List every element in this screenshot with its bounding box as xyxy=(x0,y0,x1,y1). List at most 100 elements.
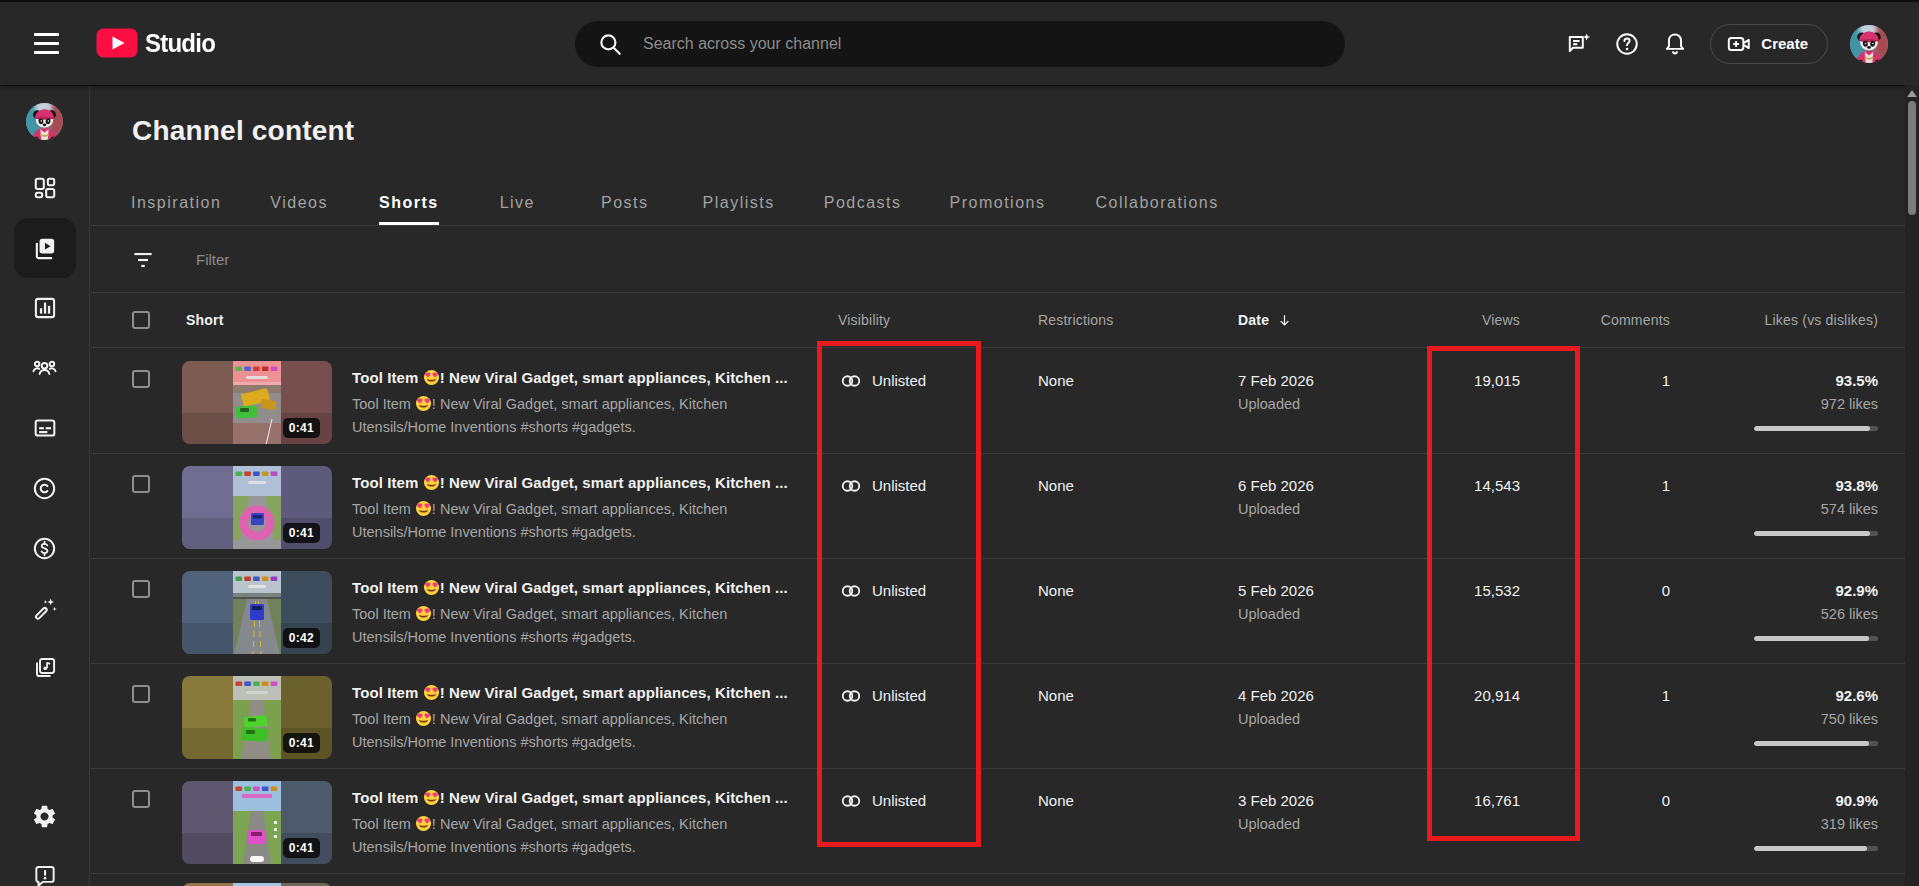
restrictions-cell: None xyxy=(1038,559,1238,663)
scrollbar-thumb[interactable] xyxy=(1908,101,1916,215)
filter-input[interactable]: Filter xyxy=(196,251,229,268)
settings-icon xyxy=(31,803,58,830)
date-status: Uploaded xyxy=(1238,396,1428,412)
sidebar-item-settings[interactable] xyxy=(14,786,76,846)
shorts-table-row-partial xyxy=(91,874,1919,886)
short-title[interactable]: Tool Item ! New Viral Gadget, smart appl… xyxy=(352,789,838,806)
short-thumbnail[interactable]: 0:41 xyxy=(182,466,332,549)
short-info-cell: Tool Item ! New Viral Gadget, smart appl… xyxy=(332,454,838,558)
short-title[interactable]: Tool Item ! New Viral Gadget, smart appl… xyxy=(352,474,838,491)
search-icon xyxy=(597,31,623,57)
like-percentage: 93.5% xyxy=(1670,372,1878,389)
column-comments[interactable]: Comments xyxy=(1520,312,1670,328)
short-thumbnail[interactable]: 0:41 xyxy=(182,676,332,759)
create-video-icon xyxy=(1726,31,1752,57)
customization-icon xyxy=(31,595,58,622)
date-value: 7 Feb 2026 xyxy=(1238,372,1428,389)
notifications-icon[interactable] xyxy=(1662,31,1688,57)
sidebar-item-audio-library[interactable] xyxy=(14,638,76,698)
sidebar-item-community[interactable] xyxy=(14,338,76,398)
like-ratio-bar xyxy=(1754,636,1878,641)
select-all-checkbox[interactable] xyxy=(132,311,150,329)
like-ratio-fill xyxy=(1754,426,1870,431)
sort-descending-icon xyxy=(1277,313,1292,328)
short-thumbnail[interactable]: 0:41 xyxy=(182,781,332,864)
like-ratio-bar xyxy=(1754,426,1878,431)
tab-promotions[interactable]: Promotions xyxy=(926,181,1070,225)
comments-cell: 1 xyxy=(1520,349,1670,453)
row-checkbox[interactable] xyxy=(132,790,150,808)
tab-live[interactable]: Live xyxy=(476,181,559,225)
short-description: Tool Item ! New Viral Gadget, smart appl… xyxy=(352,393,760,439)
search-input[interactable] xyxy=(643,35,1321,53)
search-bar[interactable] xyxy=(575,21,1345,67)
feedback-sparkle-icon[interactable] xyxy=(1566,31,1592,57)
visibility-cell[interactable]: Unlisted xyxy=(838,349,1038,453)
sidebar-item-dashboard[interactable] xyxy=(14,158,76,218)
views-cell: 16,761 xyxy=(1428,769,1520,873)
short-title[interactable]: Tool Item ! New Viral Gadget, smart appl… xyxy=(352,579,838,596)
sidebar-item-analytics[interactable] xyxy=(14,278,76,338)
like-count: 972 likes xyxy=(1670,396,1878,412)
tab-label: Videos xyxy=(270,194,328,212)
tab-shorts[interactable]: Shorts xyxy=(355,181,463,225)
channel-avatar[interactable] xyxy=(26,103,63,140)
column-date[interactable]: Date xyxy=(1238,312,1428,328)
row-checkbox[interactable] xyxy=(132,685,150,703)
table-body: 0:41 Tool Item ! New Viral Gadget, smart… xyxy=(91,349,1919,886)
likes-cell: 92.9% 526 likes xyxy=(1670,559,1878,663)
visibility-cell[interactable]: Unlisted xyxy=(838,559,1038,663)
short-thumbnail[interactable]: 0:41 xyxy=(182,361,332,444)
sidebar-item-customization[interactable] xyxy=(14,578,76,638)
tab-playlists[interactable]: Playlists xyxy=(679,181,799,225)
column-visibility[interactable]: Visibility xyxy=(838,312,1038,328)
short-description: Tool Item ! New Viral Gadget, smart appl… xyxy=(352,498,760,544)
sidebar-item-feedback[interactable] xyxy=(14,846,76,886)
date-value: 5 Feb 2026 xyxy=(1238,582,1428,599)
date-value: 3 Feb 2026 xyxy=(1238,792,1428,809)
column-views[interactable]: Views xyxy=(1428,312,1520,328)
shorts-table-row: 0:42 Tool Item ! New Viral Gadget, smart… xyxy=(91,559,1919,664)
short-title[interactable]: Tool Item ! New Viral Gadget, smart appl… xyxy=(352,684,838,701)
visibility-cell[interactable]: Unlisted xyxy=(838,769,1038,873)
tab-collaborations[interactable]: Collaborations xyxy=(1071,181,1242,225)
tab-podcasts[interactable]: Podcasts xyxy=(800,181,926,225)
row-checkbox[interactable] xyxy=(132,475,150,493)
row-checkbox[interactable] xyxy=(132,580,150,598)
row-checkbox[interactable] xyxy=(132,370,150,388)
date-status: Uploaded xyxy=(1238,606,1428,622)
date-status: Uploaded xyxy=(1238,501,1428,517)
create-button[interactable]: Create xyxy=(1710,24,1828,64)
date-value: 6 Feb 2026 xyxy=(1238,477,1428,494)
tab-inspiration[interactable]: Inspiration xyxy=(107,181,245,225)
studio-logo[interactable]: Studio xyxy=(96,28,218,58)
likes-cell: 92.6% 750 likes xyxy=(1670,664,1878,768)
short-info-cell: Tool Item ! New Viral Gadget, smart appl… xyxy=(332,769,838,873)
tab-videos[interactable]: Videos xyxy=(246,181,352,225)
visibility-cell[interactable]: Unlisted xyxy=(838,664,1038,768)
sidebar-item-content[interactable] xyxy=(14,218,76,278)
short-thumbnail[interactable]: 0:42 xyxy=(182,571,332,654)
short-title[interactable]: Tool Item ! New Viral Gadget, smart appl… xyxy=(352,369,838,386)
topbar: Studio xyxy=(0,2,1919,85)
account-avatar[interactable] xyxy=(1850,25,1888,63)
duration-badge: 0:41 xyxy=(283,523,320,543)
sidebar-item-subtitles[interactable] xyxy=(14,398,76,458)
help-icon[interactable] xyxy=(1614,31,1640,57)
sidebar-item-copyright[interactable] xyxy=(14,458,76,518)
filter-icon[interactable] xyxy=(130,247,156,273)
like-ratio-fill xyxy=(1754,531,1870,536)
visibility-label: Unlisted xyxy=(872,582,926,599)
tab-posts[interactable]: Posts xyxy=(577,181,673,225)
column-likes[interactable]: Likes (vs dislikes) xyxy=(1670,312,1878,328)
views-cell: 19,015 xyxy=(1428,349,1520,453)
tab-label: Shorts xyxy=(379,194,439,212)
comments-cell: 1 xyxy=(1520,454,1670,558)
duration-badge: 0:41 xyxy=(283,418,320,438)
table-header: Short Visibility Restrictions Date Views… xyxy=(91,293,1919,348)
menu-icon[interactable] xyxy=(34,33,59,55)
scrollbar-up-arrow[interactable] xyxy=(1907,90,1917,97)
visibility-cell[interactable]: Unlisted xyxy=(838,454,1038,558)
column-restrictions[interactable]: Restrictions xyxy=(1038,312,1238,328)
sidebar-item-earn[interactable] xyxy=(14,518,76,578)
